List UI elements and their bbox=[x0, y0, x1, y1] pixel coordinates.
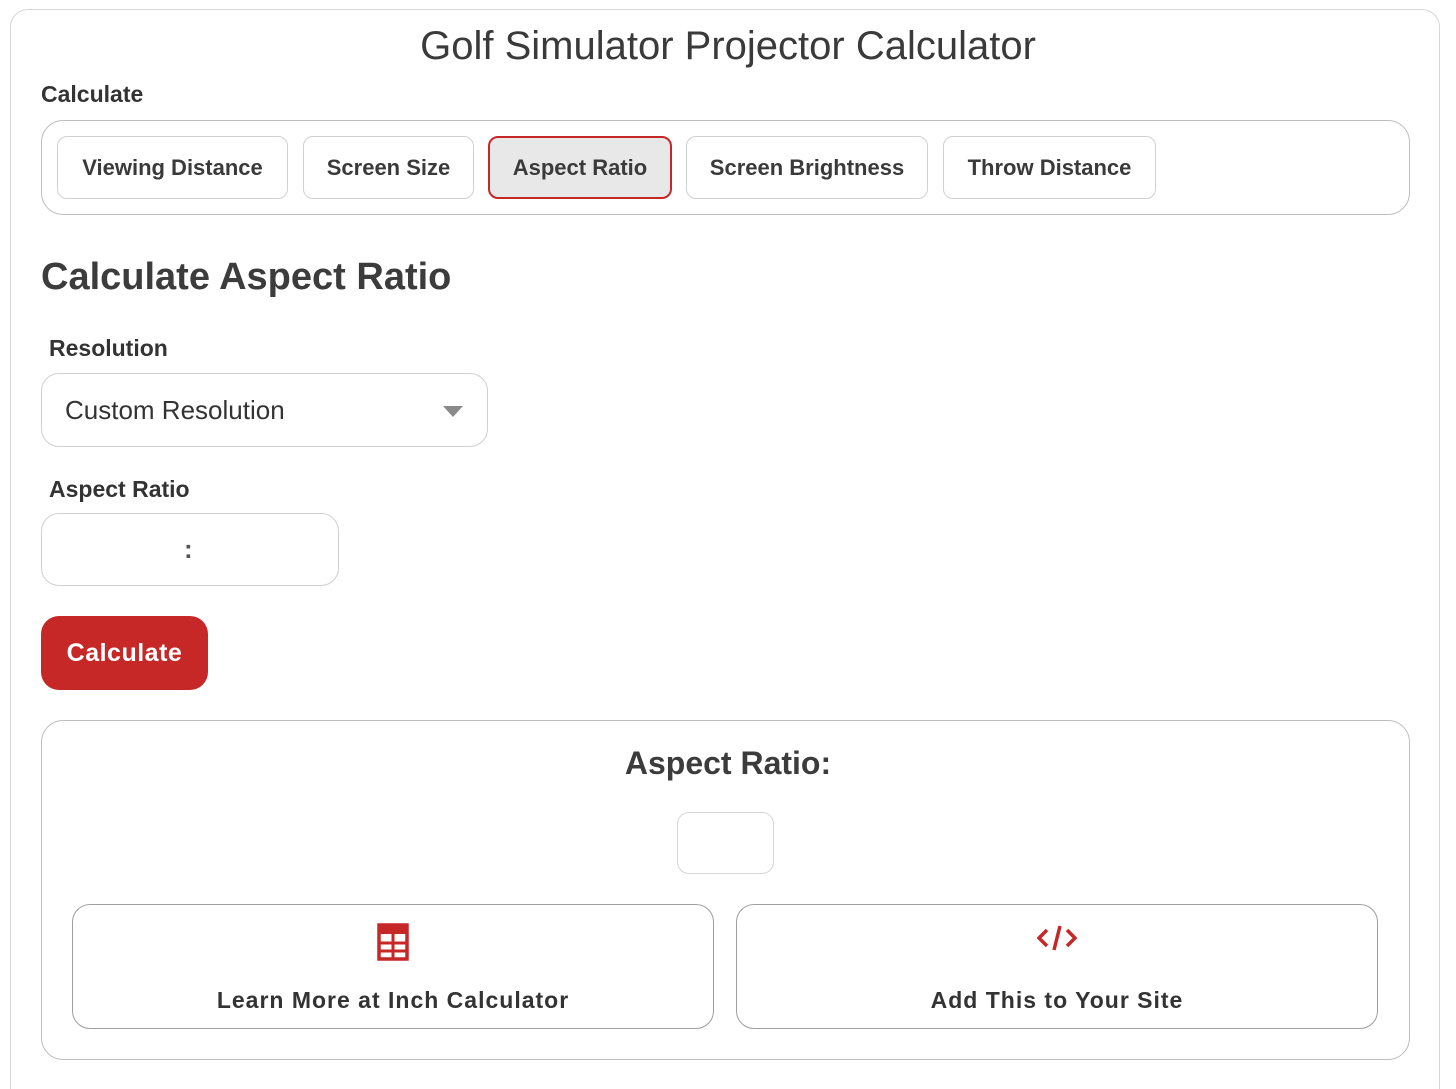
calculate-button[interactable]: Calculate bbox=[41, 616, 208, 690]
result-value bbox=[677, 812, 774, 874]
section-heading: Calculate Aspect Ratio bbox=[41, 256, 452, 298]
tab-throw-distance[interactable]: Throw Distance bbox=[943, 136, 1156, 199]
aspect-ratio-width-input[interactable] bbox=[52, 528, 172, 572]
page-title: Golf Simulator Projector Calculator bbox=[420, 24, 1036, 68]
aspect-ratio-separator: : bbox=[184, 534, 193, 564]
add-to-site-label: Add This to Your Site bbox=[930, 987, 1184, 1013]
calculate-label: Calculate bbox=[41, 81, 144, 107]
chevron-down-icon bbox=[443, 406, 463, 417]
calculator-icon bbox=[377, 923, 409, 961]
tab-screen-size[interactable]: Screen Size bbox=[303, 136, 474, 199]
learn-more-label: Learn More at Inch Calculator bbox=[216, 987, 570, 1013]
tab-screen-brightness[interactable]: Screen Brightness bbox=[686, 136, 928, 199]
aspect-ratio-label: Aspect Ratio bbox=[49, 476, 190, 502]
resolution-label: Resolution bbox=[49, 335, 168, 361]
learn-more-button[interactable]: Learn More at Inch Calculator bbox=[72, 904, 714, 1029]
aspect-ratio-height-input[interactable] bbox=[210, 528, 330, 572]
aspect-ratio-input-group: : bbox=[41, 513, 339, 586]
tab-viewing-distance[interactable]: Viewing Distance bbox=[57, 136, 288, 199]
result-label: Aspect Ratio: bbox=[624, 745, 832, 781]
code-icon bbox=[1037, 925, 1077, 951]
resolution-select[interactable]: Custom Resolution bbox=[41, 373, 488, 447]
tab-aspect-ratio[interactable]: Aspect Ratio bbox=[488, 136, 672, 199]
add-to-site-button[interactable]: Add This to Your Site bbox=[736, 904, 1378, 1029]
resolution-selected-value: Custom Resolution bbox=[65, 394, 285, 425]
